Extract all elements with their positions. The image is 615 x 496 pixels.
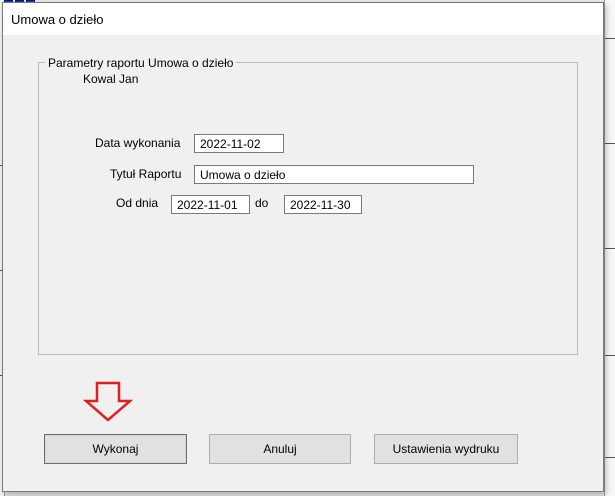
down-arrow-icon [83,381,133,422]
report-title-field[interactable]: Umowa o dzieło [194,165,474,184]
dialog-titlebar[interactable]: Umowa o dzieło [3,3,603,35]
to-date-label: do [255,196,269,210]
background-line [605,143,615,144]
background-line [605,38,615,39]
report-title-label: Tytuł Raportu [110,167,182,181]
execution-date-label: Data wykonania [95,136,181,150]
background-line [605,248,615,249]
from-date-field[interactable]: 2022-11-01 [171,195,250,214]
from-date-label: Od dnia [116,196,159,210]
person-name: Kowal Jan [83,72,139,86]
background-line [605,355,615,356]
print-settings-button[interactable]: Ustawienia wydruku [374,434,518,464]
background-line [605,457,615,458]
to-date-field[interactable]: 2022-11-30 [284,195,362,214]
dialog-title: Umowa o dzieło [11,12,104,27]
execution-date-field[interactable]: 2022-11-02 [194,134,284,153]
run-button[interactable]: Wykonaj [44,434,187,464]
group-legend: Parametry raportu Umowa o dzieło [45,56,237,70]
dialog-window: Umowa o dzieło Parametry raportu Umowa o… [2,2,604,492]
cancel-button[interactable]: Anuluj [209,434,351,464]
